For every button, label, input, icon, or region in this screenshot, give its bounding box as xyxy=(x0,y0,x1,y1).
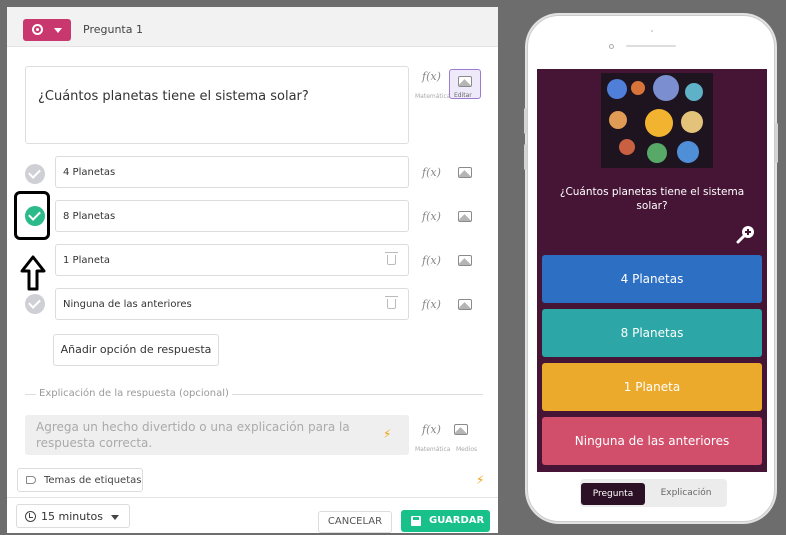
phone-camera xyxy=(609,44,614,49)
phone-preview: ¿Cuántos planetas tiene el sistema solar… xyxy=(524,15,778,522)
phone-sensor xyxy=(651,30,653,32)
planet-graphic xyxy=(685,83,703,101)
editor-footer: 15 minutos CANCELAR GUARDAR xyxy=(7,497,498,533)
question-number-label: Pregunta 1 xyxy=(83,23,143,36)
highlight-box xyxy=(14,191,50,240)
preview-answer-option[interactable]: 8 Planetas xyxy=(542,309,762,357)
tab-question[interactable]: Pregunta xyxy=(581,483,645,505)
preview-screen: ¿Cuántos planetas tiene el sistema solar… xyxy=(537,69,767,472)
question-type-dropdown[interactable] xyxy=(23,19,71,41)
planet-graphic xyxy=(619,139,635,155)
media-label: Medios xyxy=(456,446,478,453)
clock-icon xyxy=(25,511,36,522)
answer-option-text: Ninguna de las anteriores xyxy=(63,299,192,310)
cancel-button[interactable]: CANCELAR xyxy=(318,511,392,533)
mark-correct-checkbox[interactable] xyxy=(25,294,45,314)
phone-speaker xyxy=(626,45,676,47)
editor-header: Pregunta 1 xyxy=(7,7,498,47)
lightning-icon[interactable]: ⚡ xyxy=(383,427,391,441)
math-formula-icon[interactable]: f(x) xyxy=(422,166,441,179)
answer-option-input[interactable]: Ninguna de las anteriores xyxy=(55,288,409,320)
planet-graphic xyxy=(609,111,627,129)
planet-graphic xyxy=(653,75,679,101)
math-label: Matemática xyxy=(415,93,451,100)
answer-option-text: 1 Planeta xyxy=(63,255,111,266)
math-formula-icon[interactable]: f(x) xyxy=(422,298,441,311)
chevron-down-icon xyxy=(54,28,62,33)
multiple-choice-icon xyxy=(32,24,43,35)
math-label: Matemática xyxy=(415,446,451,453)
zoom-in-icon[interactable] xyxy=(736,224,756,244)
planet-graphic xyxy=(631,81,645,95)
answer-option-text: 8 Planetas xyxy=(63,211,116,222)
preview-question-text: ¿Cuántos planetas tiene el sistema solar… xyxy=(559,186,745,212)
planet-graphic xyxy=(677,141,699,163)
edit-image-label: Editar xyxy=(454,92,472,99)
question-editor: Pregunta 1 ¿Cuántos planetas tiene el si… xyxy=(7,7,498,533)
time-limit-select[interactable]: 15 minutos xyxy=(16,504,130,528)
image-icon xyxy=(458,76,472,87)
trash-icon[interactable] xyxy=(385,252,398,265)
image-icon[interactable] xyxy=(458,167,472,178)
explanation-label: Explicación de la respuesta (opcional) xyxy=(36,388,232,399)
question-image-button[interactable]: Editar xyxy=(449,69,481,99)
save-button[interactable]: GUARDAR xyxy=(401,510,490,532)
planet-graphic xyxy=(607,79,627,99)
chevron-down-icon xyxy=(111,515,119,520)
media-icon[interactable] xyxy=(454,424,468,435)
tag-icon xyxy=(26,476,36,484)
save-label: GUARDAR xyxy=(429,515,485,526)
answer-option-text: 4 Planetas xyxy=(63,167,116,178)
image-icon[interactable] xyxy=(458,299,472,310)
explanation-input[interactable]: Agrega un hecho divertido o una explicac… xyxy=(25,415,409,455)
tag-topics-label: Temas de etiquetas xyxy=(44,475,142,486)
preview-answer-option[interactable]: Ninguna de las anteriores xyxy=(542,417,762,465)
math-formula-icon[interactable]: f(x) xyxy=(422,423,441,436)
question-text-input[interactable]: ¿Cuántos planetas tiene el sistema solar… xyxy=(25,66,409,144)
solar-system-image xyxy=(601,73,713,168)
math-formula-icon[interactable]: f(x) xyxy=(422,70,441,83)
preview-answer-option[interactable]: 1 Planeta xyxy=(542,363,762,411)
answer-option-input[interactable]: 4 Planetas xyxy=(55,156,409,188)
trash-icon[interactable] xyxy=(385,296,398,309)
answer-option-input[interactable]: 1 Planeta xyxy=(55,244,409,276)
math-formula-icon[interactable]: f(x) xyxy=(422,254,441,267)
save-disk-icon xyxy=(411,516,421,526)
phone-side-button xyxy=(524,144,527,170)
phone-side-button xyxy=(524,108,527,134)
phone-side-button xyxy=(775,123,778,163)
up-arrow-icon xyxy=(20,255,46,291)
add-answer-option-button[interactable]: Añadir opción de respuesta xyxy=(53,334,219,366)
preview-answer-option[interactable]: 4 Planetas xyxy=(542,255,762,303)
sun-graphic xyxy=(645,109,673,137)
answer-option-input[interactable]: 8 Planetas xyxy=(55,200,409,232)
planet-graphic xyxy=(681,111,703,133)
question-text: ¿Cuántos planetas tiene el sistema solar… xyxy=(38,89,309,104)
tab-explanation[interactable]: Explicación xyxy=(650,482,722,504)
lightning-icon[interactable]: ⚡ xyxy=(476,473,484,487)
explanation-placeholder: Agrega un hecho divertido o una explicac… xyxy=(36,420,350,450)
preview-tabs: Pregunta Explicación xyxy=(580,479,727,507)
time-limit-value: 15 minutos xyxy=(41,510,103,523)
math-formula-icon[interactable]: f(x) xyxy=(422,210,441,223)
mark-correct-checkbox[interactable] xyxy=(25,164,45,184)
image-icon[interactable] xyxy=(458,255,472,266)
tag-topics-button[interactable]: Temas de etiquetas xyxy=(17,468,143,492)
image-icon[interactable] xyxy=(458,211,472,222)
planet-graphic xyxy=(647,143,667,163)
